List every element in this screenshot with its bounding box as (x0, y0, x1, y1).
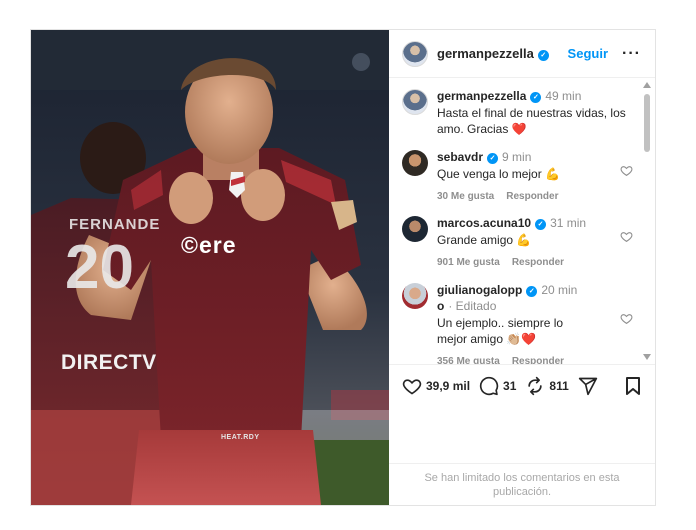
post-header: germanpezzella ✓ Seguir ··· (389, 30, 655, 78)
comments-count: 31 (503, 378, 517, 393)
background-player-number: 20 (65, 233, 134, 302)
bookmark-icon (626, 376, 640, 395)
follow-button[interactable]: Seguir (568, 46, 608, 61)
heart-icon (402, 378, 422, 394)
repost-button[interactable]: 811 (525, 376, 569, 396)
commenter-avatar[interactable] (402, 216, 428, 242)
panel-spacer (389, 406, 655, 463)
comment-icon (479, 376, 499, 395)
comments-scrollbar[interactable] (643, 82, 651, 360)
comment-username[interactable]: marcos.acuna10 (437, 216, 531, 230)
comment-username[interactable]: giulianogalopp (437, 283, 522, 297)
save-button[interactable] (625, 376, 641, 395)
limited-comments-notice: Se han limitado los comentarios en esta … (389, 463, 655, 505)
comment-item: marcos.acuna10 ✓ 31 min Grande amigo 💪 901… (402, 215, 633, 271)
jersey-sponsor-text: ©ere (181, 232, 237, 258)
comment-text: Grande amigo 💪 (437, 233, 532, 247)
comment-text: Un ejemplo.. siempre lo mejor amigo 👏🏼❤️ (437, 316, 564, 346)
instagram-post: FERNANDE 20 DIRECTV ©ere HEAT.RDY german… (30, 29, 656, 506)
comment-username[interactable]: sebavdr (437, 150, 483, 164)
comment-time[interactable]: 9 min (502, 150, 531, 164)
comment-likes[interactable]: 901 Me gusta (437, 257, 500, 268)
verified-badge-icon: ✓ (487, 153, 499, 164)
jersey-brand-text: HEAT.RDY (221, 434, 260, 441)
more-options-icon[interactable]: ··· (622, 45, 641, 62)
commenter-avatar[interactable] (402, 283, 428, 309)
share-button[interactable] (578, 376, 598, 396)
comment-item: giulianogalopp ✓ 20 min o · Editado Un ejem… (402, 282, 633, 364)
action-bar: 39,9 mil 31 811 (389, 364, 655, 406)
reply-button[interactable]: Responder (506, 191, 558, 202)
author-username[interactable]: germanpezzella ✓ (437, 46, 549, 61)
comment-likes[interactable]: 30 Me gusta (437, 191, 494, 202)
comment-like-heart-icon[interactable] (620, 312, 633, 325)
repost-icon (528, 376, 543, 395)
comment-time[interactable]: 20 min (541, 283, 577, 297)
caption-username[interactable]: germanpezzella (437, 89, 526, 103)
verified-badge-icon: ✓ (526, 286, 538, 297)
verified-badge-icon: ✓ (537, 50, 549, 61)
reposts-count: 811 (549, 378, 569, 393)
author-username-text[interactable]: germanpezzella (437, 46, 534, 61)
comment-like-heart-icon[interactable] (620, 230, 633, 243)
comment-edited-label: · Editado (448, 299, 497, 313)
reply-button[interactable]: Responder (512, 257, 564, 268)
comment-button[interactable]: 31 (479, 376, 516, 396)
caption-avatar[interactable] (402, 89, 428, 115)
caption-time[interactable]: 49 min (545, 89, 581, 103)
verified-badge-icon: ✓ (530, 92, 542, 103)
post-side-panel: germanpezzella ✓ Seguir ··· germanpezzell… (389, 30, 655, 505)
comment-like-heart-icon[interactable] (620, 164, 633, 177)
comment-likes[interactable]: 356 Me gusta (437, 356, 500, 364)
post-photo[interactable]: FERNANDE 20 DIRECTV ©ere HEAT.RDY (31, 30, 389, 505)
background-player-name: FERNANDE (69, 216, 161, 233)
post-caption: germanpezzella ✓ 49 min Hasta el final de … (402, 88, 633, 137)
author-avatar[interactable] (402, 40, 428, 67)
caption-text: Hasta el final de nuestras vidas, los am… (437, 106, 626, 136)
likes-count[interactable]: 39,9 mil (426, 379, 470, 393)
scroll-up-arrow-icon[interactable] (643, 82, 651, 88)
comment-time[interactable]: 31 min (550, 216, 586, 230)
comment-item: sebavdr ✓ 9 min Que venga lo mejor 💪 30 Me… (402, 149, 633, 205)
scroll-thumb[interactable] (644, 94, 650, 152)
verified-badge-icon: ✓ (535, 219, 547, 230)
reply-button[interactable]: Responder (512, 356, 564, 364)
background-sponsor-text: DIRECTV (61, 351, 157, 374)
comment-text: Que venga lo mejor 💪 (437, 167, 560, 181)
commenter-avatar[interactable] (402, 150, 428, 176)
comment-username-overflow[interactable]: o (437, 299, 444, 313)
comments-list[interactable]: germanpezzella ✓ 49 min Hasta el final de … (389, 78, 655, 364)
like-button[interactable]: 39,9 mil (402, 376, 470, 396)
scroll-down-arrow-icon[interactable] (643, 354, 651, 360)
share-icon (578, 377, 597, 395)
